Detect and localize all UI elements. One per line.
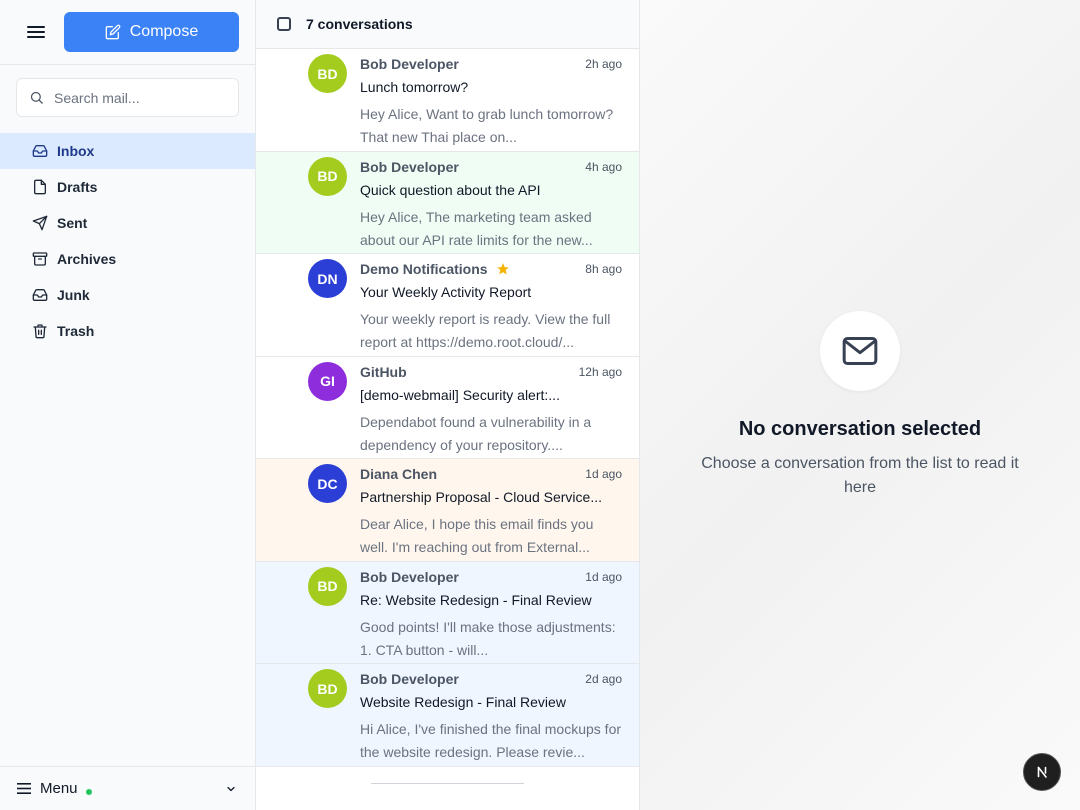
- avatar: GI: [308, 361, 347, 401]
- sender-label: Bob Developer: [360, 671, 459, 687]
- timestamp: 2h ago: [585, 57, 622, 71]
- preview-text: Dear Alice, I hope this email finds you …: [360, 516, 594, 555]
- sender-label: Bob Developer: [360, 568, 459, 585]
- sender-name: Demo Notifications: [360, 261, 510, 277]
- sender-label: Diana Chen: [360, 466, 438, 482]
- sender-name: Bob Developer: [360, 159, 459, 175]
- reading-pane: No conversation selected Choose a conver…: [640, 0, 1080, 810]
- sender-name: GitHub: [360, 364, 407, 380]
- avatar: BD: [308, 669, 347, 708]
- avatar: BD: [308, 54, 347, 93]
- sidebar-item-label: Inbox: [57, 143, 95, 159]
- sender-label: Bob Developer: [360, 158, 459, 175]
- sidebar-item-label: Archives: [57, 251, 117, 267]
- subject: Website Redesign - Final Review: [360, 694, 566, 710]
- archive-icon: [32, 252, 48, 266]
- conversation-row[interactable]: BD Bob Developer 2d ago Website Redesign - …: [256, 664, 639, 767]
- conversation-row[interactable]: GI GitHub 12h ago [demo-webmail] Security a…: [256, 357, 639, 459]
- conversation-rows: BD Bob Developer 2h ago Lunch tomorrow? Hey …: [256, 49, 639, 767]
- sidebar-item-inbox[interactable]: Inbox: [0, 133, 255, 169]
- menu-toggle[interactable]: Menu: [0, 766, 255, 810]
- preview-text: Dependabot found a vulnerability in a de…: [360, 413, 592, 453]
- subject: Partnership Proposal - Cloud Service...: [360, 489, 602, 505]
- conversation-list: 7 conversations BD Bob Developer 2h ago Lun…: [256, 0, 640, 810]
- avatar: DC: [308, 464, 347, 503]
- search-icon: [30, 91, 43, 104]
- preview-text: Hey Alice, Want to grab lunch tomorrow? …: [360, 106, 614, 145]
- sidebar-item-drafts[interactable]: Drafts: [0, 169, 255, 205]
- trash-icon: [33, 324, 47, 339]
- sender-name: Bob Developer: [360, 671, 459, 687]
- star-icon: [496, 263, 509, 275]
- sender-label: Demo Notifications: [360, 261, 488, 277]
- timestamp: 2d ago: [585, 672, 622, 686]
- sender-name: Bob Developer: [360, 569, 459, 585]
- list-menu-icon: [17, 783, 31, 794]
- empty-state-badge: [820, 311, 900, 391]
- file-icon: [34, 179, 46, 195]
- search-box: [16, 78, 239, 117]
- sidebar-item-label: Drafts: [57, 179, 98, 195]
- preview-text: Hi Alice, I've finished the final mockup…: [360, 721, 622, 760]
- subject: Re: Website Redesign - Final Review: [360, 591, 592, 608]
- subject: Lunch tomorrow?: [360, 79, 469, 95]
- inbox-icon: [32, 145, 48, 157]
- select-all-checkbox[interactable]: [277, 17, 291, 31]
- sidebar-header: Compose: [0, 0, 255, 65]
- empty-state-subtitle: Choose a conversation from the list to r…: [701, 455, 1019, 496]
- sender-label: Bob Developer: [360, 56, 459, 72]
- folder-nav: Inbox Drafts Sent Archives Junk Trash: [0, 133, 255, 349]
- sender-name: Diana Chen: [360, 466, 437, 482]
- conversation-count: 7 conversations: [306, 16, 413, 32]
- subject: [demo-webmail] Security alert:...: [360, 386, 560, 403]
- list-header: 7 conversations: [256, 0, 639, 49]
- hamburger-menu-icon[interactable]: [26, 23, 46, 41]
- preview-text: Your weekly report is ready. View the fu…: [360, 311, 611, 350]
- chevron-down-icon: [227, 786, 235, 792]
- compose-button[interactable]: Compose: [64, 12, 239, 52]
- timestamp: 12h ago: [578, 364, 622, 379]
- sender-name: Bob Developer: [360, 56, 459, 72]
- menu-label: Menu: [40, 780, 78, 797]
- online-status-dot: [85, 788, 92, 795]
- search-input[interactable]: [54, 89, 224, 106]
- compose-label: Compose: [129, 23, 199, 40]
- mail-icon: [842, 337, 878, 365]
- sidebar: Compose Inbox Drafts Sent Archives Junk: [0, 0, 256, 810]
- preview-text: Hey Alice, The marketing team asked abou…: [360, 208, 593, 248]
- sidebar-item-label: Trash: [57, 323, 95, 339]
- conversation-row[interactable]: BD Bob Developer 4h ago Quick question abou…: [256, 151, 639, 254]
- conversation-row[interactable]: BD Bob Developer 1d ago Re: Website Redesig…: [256, 561, 639, 664]
- sidebar-item-trash[interactable]: Trash: [0, 313, 255, 349]
- sender-label: GitHub: [360, 363, 407, 380]
- avatar: DN: [308, 259, 347, 298]
- empty-state-title: No conversation selected: [738, 418, 982, 440]
- conversation-row[interactable]: DC Diana Chen 1d ago Partnership Proposal -…: [256, 459, 639, 562]
- conversation-row[interactable]: DN Demo Notifications 8h ago Your Weekly Ac…: [256, 254, 639, 357]
- avatar: BD: [308, 566, 347, 606]
- nextjs-dev-button[interactable]: [1023, 753, 1061, 791]
- send-icon: [32, 215, 48, 231]
- sidebar-item-junk[interactable]: Junk: [0, 277, 255, 313]
- timestamp: 1d ago: [585, 569, 622, 584]
- avatar: BD: [308, 156, 347, 196]
- scroll-indicator: [371, 783, 524, 784]
- nextjs-logo-icon: [1037, 766, 1047, 778]
- sidebar-item-sent[interactable]: Sent: [0, 205, 255, 241]
- sidebar-item-label: Sent: [57, 215, 88, 231]
- sidebar-item-archives[interactable]: Archives: [0, 241, 255, 277]
- subject: Quick question about the API: [360, 181, 541, 198]
- conversation-row[interactable]: BD Bob Developer 2h ago Lunch tomorrow? Hey …: [256, 49, 639, 152]
- timestamp: 1d ago: [585, 467, 622, 481]
- junk-icon: [32, 289, 48, 301]
- subject: Your Weekly Activity Report: [360, 284, 532, 300]
- preview-text: Good points! I'll make those adjustments…: [360, 618, 616, 658]
- sidebar-item-label: Junk: [57, 287, 90, 303]
- timestamp: 4h ago: [585, 159, 622, 174]
- timestamp: 8h ago: [585, 262, 622, 276]
- pencil-square-icon: [105, 24, 121, 40]
